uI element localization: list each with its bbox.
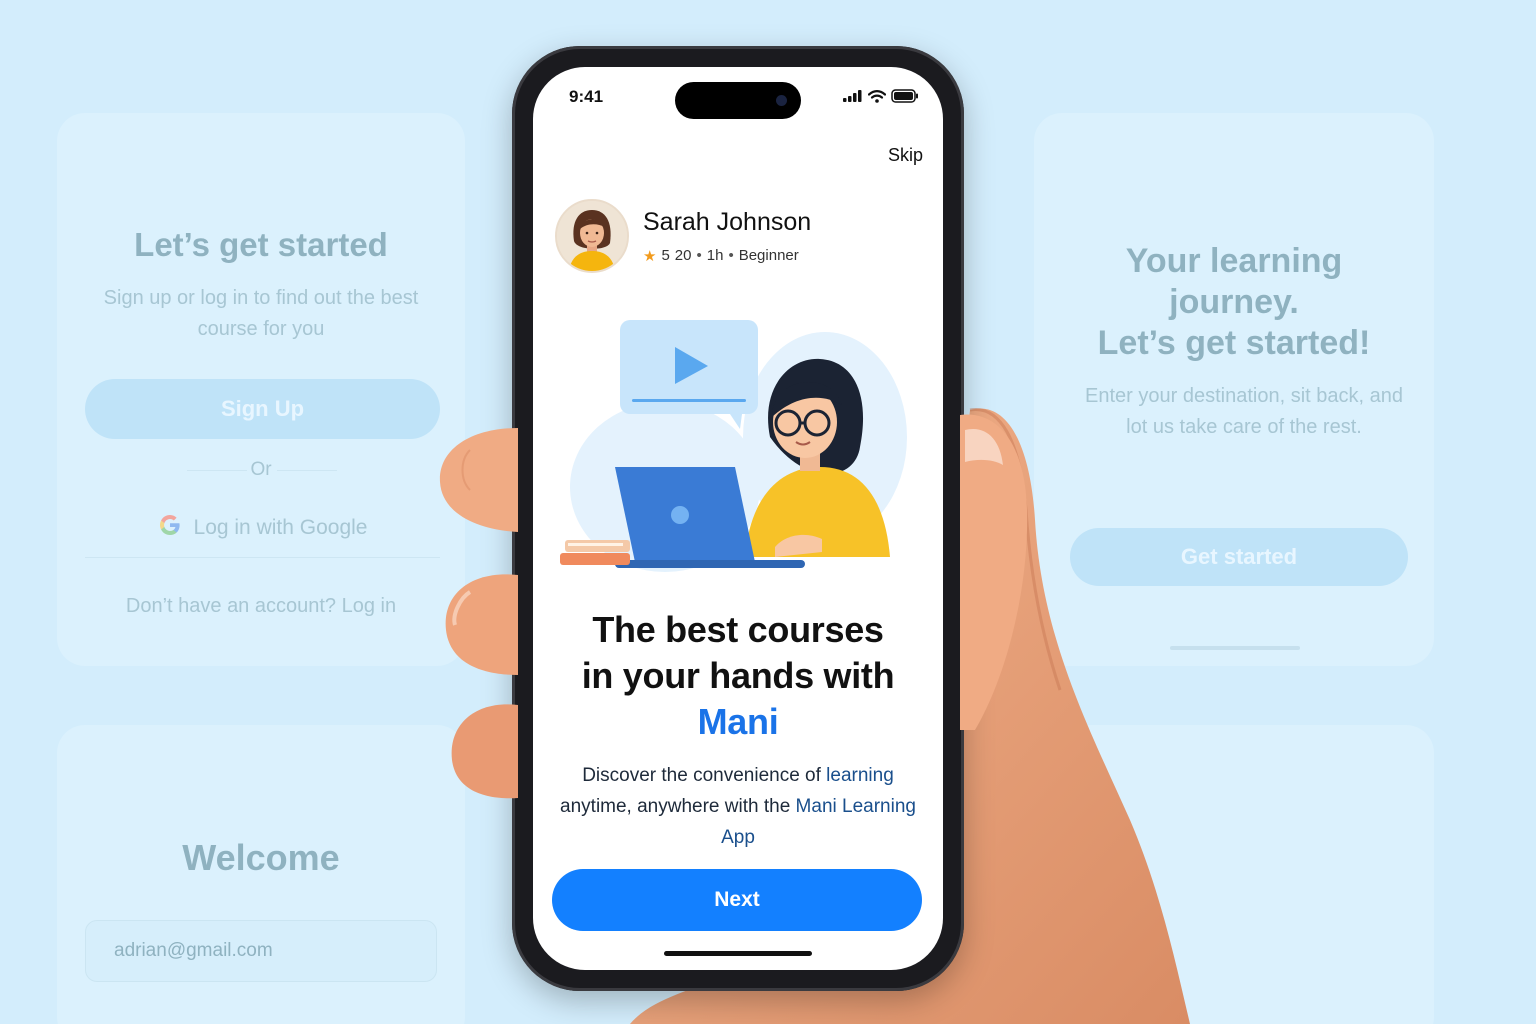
avatar [555,199,629,273]
signal-icon [843,90,862,102]
phone-device: 9:41 Skip Sarah Johnson ★ 5 20 • 1h • Be… [512,46,964,991]
star-icon: ★ [643,247,657,265]
separator: • [696,247,702,264]
battery-icon [891,89,918,103]
separator: • [728,247,734,264]
video-card [620,320,758,429]
bg-google-login-button: Log in with Google [85,498,440,558]
phone-screen: 9:41 Skip Sarah Johnson ★ 5 20 • 1h • Be… [533,67,943,970]
dynamic-island [675,82,801,119]
status-icons [843,89,919,103]
headline-line: The best courses [592,609,884,650]
bg-journey-title-line: Your learning [1125,242,1343,280]
status-time: 9:41 [569,87,604,106]
skip-button[interactable]: Skip [888,145,923,166]
bg-login-title: Let’s get started [134,226,388,263]
bg-journey-title-line: Let’s get started! [1097,324,1371,362]
home-indicator [664,951,812,956]
rating-value: 5 [661,247,670,264]
headline-line: in your hands with [581,655,895,696]
brand-name: Mani [697,701,779,742]
next-button[interactable]: Next [552,869,922,931]
course-level: Beginner [738,247,799,264]
learning-illustration [560,320,907,572]
camera-icon [776,95,787,106]
description-accent: learning [826,765,894,786]
bg-or-label: Or [250,459,272,480]
wifi-icon [868,89,886,103]
course-meta: ★ 5 20 • 1h • Beginner [643,247,811,265]
hand-fingers [439,428,518,799]
bg-login-subtitle: Sign up or log in to find out the best c… [103,287,419,340]
bg-welcome-title: Welcome [182,837,340,878]
bg-signup-button: Sign Up [85,379,440,439]
onboarding-headline: The best courses in your hands with Mani [533,607,943,745]
google-icon [158,513,182,543]
onboarding-description: Discover the convenience of learning any… [558,760,918,853]
bg-login-footer: Don’t have an account? Log in [125,595,397,617]
bg-journey-title-line: journey. [1169,283,1299,321]
hand-thumb [960,414,1028,730]
instructor-name: Sarah Johnson [643,207,812,236]
bg-card-welcome: Welcome adrian@gmail.com [57,725,465,1024]
bg-email-field: adrian@gmail.com [85,920,437,982]
bg-google-label: Log in with Google [193,515,368,539]
lessons-count: 20 [674,247,692,264]
divider [277,470,337,471]
instructor-profile: Sarah Johnson ★ 5 20 • 1h • Beginner [555,199,811,273]
bg-journey-title: Your learning journey. Let’s get started… [1064,241,1404,364]
course-duration: 1h [706,247,724,264]
bg-card-login: Let’s get started Sign up or log in to f… [57,113,465,666]
description-text: Discover the convenience of [582,765,827,786]
description-text: anytime, anywhere with the [560,796,796,817]
